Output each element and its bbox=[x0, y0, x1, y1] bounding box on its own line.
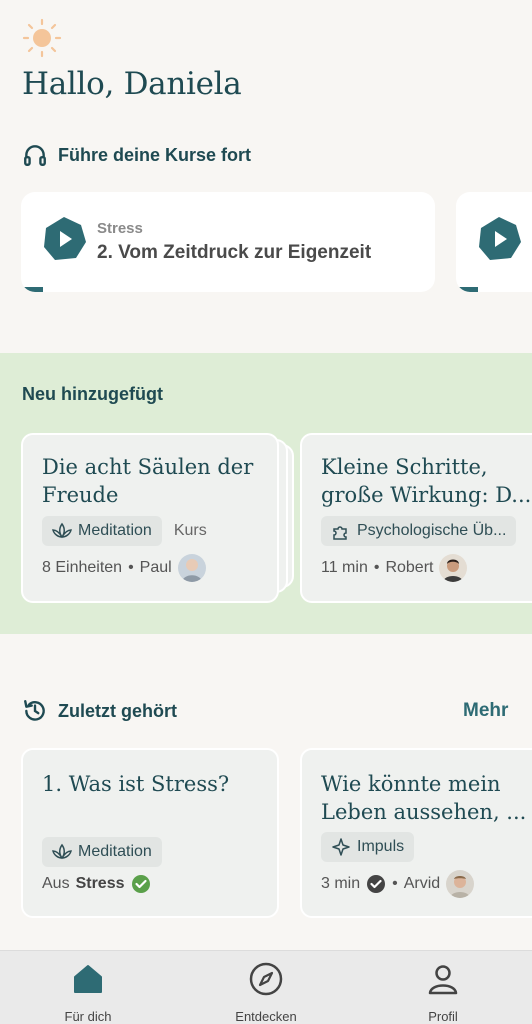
greeting-title: Hallo, Daniela bbox=[22, 66, 242, 102]
completed-check-icon bbox=[367, 875, 386, 893]
card-title: Wie könnte mein Leben aussehen, ... bbox=[321, 772, 527, 824]
card-title: Kleine Schritte, große Wirkung: D... bbox=[321, 455, 532, 507]
completed-check-icon bbox=[131, 875, 150, 893]
tab-label: Für dich bbox=[64, 1009, 112, 1024]
progress-bar bbox=[21, 287, 43, 292]
continue-courses-heading: Führe deine Kurse fort bbox=[22, 142, 251, 168]
card-duration: 11 min bbox=[321, 559, 368, 576]
continue-course-card-2[interactable] bbox=[456, 192, 532, 292]
continue-heading-label: Führe deine Kurse fort bbox=[58, 144, 252, 165]
course-category: Stress bbox=[97, 220, 143, 237]
from-course: Stress bbox=[75, 875, 125, 892]
recent-heading-label: Zuletzt gehört bbox=[58, 700, 177, 721]
card-duration: 3 min bbox=[321, 875, 361, 892]
tab-profile[interactable]: Profil bbox=[383, 951, 503, 1024]
progress-bar bbox=[456, 287, 478, 292]
category-tag: Impuls bbox=[321, 832, 415, 862]
from-prefix: Aus bbox=[42, 875, 70, 892]
lotus-icon bbox=[52, 843, 72, 860]
card-author: Arvid bbox=[403, 875, 441, 892]
play-button[interactable] bbox=[41, 216, 87, 262]
sparkle-icon bbox=[332, 838, 350, 856]
card-title: 1. Was ist Stress? bbox=[42, 772, 230, 796]
headphones-icon bbox=[24, 145, 46, 166]
new-card-course[interactable]: Die acht Säulen der Freude Meditation Ku… bbox=[21, 433, 279, 603]
author-avatar bbox=[446, 870, 475, 898]
history-icon bbox=[24, 700, 45, 721]
tab-label: Entdecken bbox=[235, 1009, 297, 1024]
bottom-tab-bar: Für dich Entdecken Profil bbox=[0, 950, 532, 1024]
card-author: Paul bbox=[139, 559, 172, 576]
author-avatar bbox=[177, 554, 206, 582]
card-meta: Aus Stress bbox=[42, 874, 151, 894]
card-meta: 8 Einheiten • Paul bbox=[42, 554, 206, 582]
card-meta: 3 min • Arvid bbox=[321, 870, 475, 898]
recent-card-1[interactable]: 1. Was ist Stress? Meditation Aus Stress bbox=[21, 748, 279, 918]
tab-label: Profil bbox=[428, 1009, 458, 1024]
compass-icon bbox=[249, 962, 283, 996]
course-episode-title: 2. Vom Zeitdruck zur Eigenzeit bbox=[97, 242, 372, 263]
tag-label: Psychologische Üb... bbox=[357, 522, 507, 539]
card-author: Robert bbox=[385, 559, 434, 576]
category-tag: Meditation bbox=[42, 837, 162, 867]
play-button[interactable] bbox=[476, 216, 522, 262]
tab-for-you[interactable]: Für dich bbox=[28, 951, 148, 1024]
tag-label: Meditation bbox=[78, 522, 152, 539]
puzzle-icon bbox=[333, 526, 347, 540]
recent-heading: Zuletzt gehört bbox=[22, 698, 177, 724]
card-type: Kurs bbox=[173, 522, 207, 539]
recent-card-2[interactable]: Wie könnte mein Leben aussehen, ... Impu… bbox=[300, 748, 532, 918]
author-avatar bbox=[439, 554, 468, 582]
card-meta: 11 min • Robert bbox=[321, 554, 468, 582]
category-tag: Psychologische Üb... bbox=[321, 516, 517, 546]
new-added-heading: Neu hinzugefügt bbox=[22, 384, 163, 404]
tag-label: Meditation bbox=[78, 843, 152, 860]
card-title: Die acht Säulen der Freude bbox=[42, 455, 254, 507]
more-link[interactable]: Mehr bbox=[463, 700, 508, 722]
new-card-exercise[interactable]: Kleine Schritte, große Wirkung: D... Psy… bbox=[300, 433, 532, 603]
tag-label: Impuls bbox=[357, 838, 405, 855]
tab-discover[interactable]: Entdecken bbox=[206, 951, 326, 1024]
category-tag: Meditation bbox=[42, 516, 162, 546]
sun-icon bbox=[22, 18, 62, 58]
lotus-icon bbox=[52, 522, 72, 539]
profile-icon bbox=[428, 965, 458, 995]
home-icon bbox=[74, 965, 102, 993]
continue-course-card[interactable]: Stress 2. Vom Zeitdruck zur Eigenzeit bbox=[21, 192, 435, 292]
card-units: 8 Einheiten bbox=[42, 559, 123, 576]
